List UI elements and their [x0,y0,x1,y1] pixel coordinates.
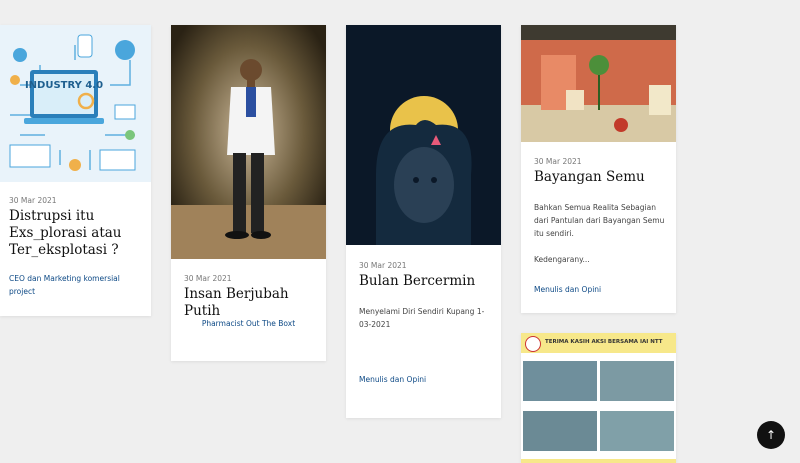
portrait-photo [171,25,326,259]
banner-footer [521,459,676,463]
post-card[interactable]: 30 Mar 2021 Bayangan Semu Bahkan Semua R… [521,25,676,313]
post-date: 30 Mar 2021 [9,196,57,205]
arrow-up-icon: ↑ [765,428,777,442]
banner-text: TERIMA KASIH AKSI BERSAMA IAI NTT [545,339,663,345]
banner-header: TERIMA KASIH AKSI BERSAMA IAI NTT [521,333,676,353]
post-title[interactable]: Distrupsi itu Exs_plorasi atau Ter_ekspl… [9,208,144,259]
scroll-to-top-button[interactable]: ↑ [757,421,785,449]
post-date: 30 Mar 2021 [534,157,582,166]
donation-photo [600,411,674,451]
post-title[interactable]: Insan Berjubah Putih [184,286,324,320]
post-card[interactable]: 30 Mar 2021 Bulan Bercermin Menyelami Di… [346,25,501,418]
post-title[interactable]: Bayangan Semu [534,169,674,186]
donation-photo [523,361,597,401]
post-title[interactable]: Bulan Bercermin [359,273,499,290]
post-category[interactable]: Pharmacist Out The Boxt [171,317,326,330]
post-card[interactable]: 30 Mar 2021 Insan Berjubah Putih Pharmac… [171,25,326,361]
post-date: 30 Mar 2021 [359,261,407,270]
post-category[interactable]: Menulis dan Opini [359,373,426,386]
post-thumbnail[interactable]: INDUSTRY 4.0 [0,25,151,182]
post-card[interactable]: INDUSTRY 4.0 30 Mar 2021 Distrupsi itu E… [0,25,151,316]
banner-card[interactable]: TERIMA KASIH AKSI BERSAMA IAI NTT [521,333,676,463]
post-thumbnail[interactable] [171,25,326,259]
post-excerpt: Menyelami Diri Sendiri Kupang 1- 03-2021 [359,307,485,329]
post-category[interactable]: CEO dan Marketing komersial project [9,272,144,298]
post-thumbnail[interactable] [521,25,676,142]
post-category[interactable]: Menulis dan Opini [534,283,601,296]
donation-photo [600,361,674,401]
moon-photo [346,25,501,245]
desk-photo [521,25,676,142]
industry-illustration: INDUSTRY 4.0 [0,25,151,182]
industry-logo-text: INDUSTRY 4.0 [25,80,103,91]
donation-photo [523,411,597,451]
post-excerpt: Bahkan Semua Realita Sebagian dari Pantu… [534,203,665,264]
iai-logo-icon [525,336,541,352]
post-thumbnail[interactable] [346,25,501,245]
post-date: 30 Mar 2021 [184,274,232,283]
